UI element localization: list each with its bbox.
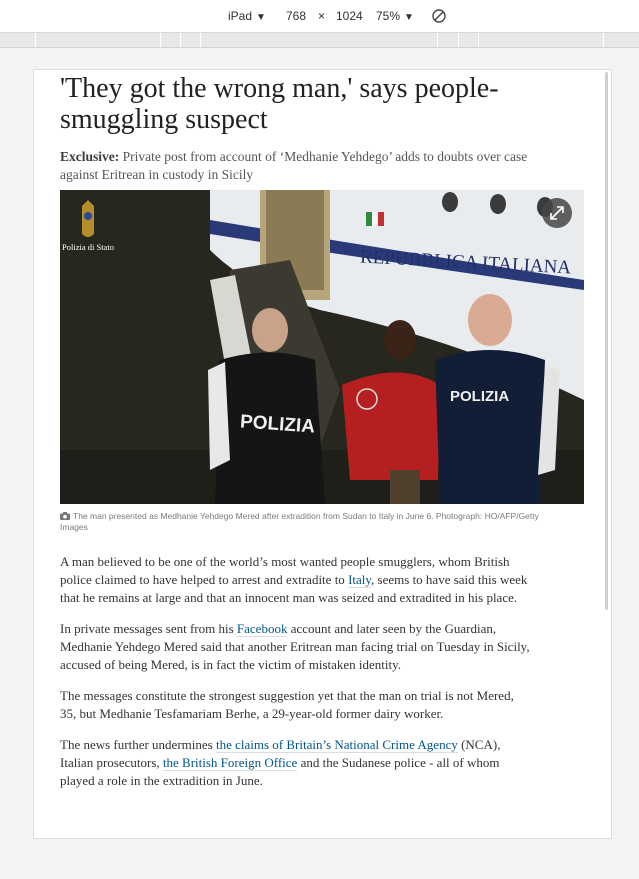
caption-text: The man presented as Medhanie Yehdego Me… [60, 511, 539, 532]
ruler-tick [35, 33, 36, 47]
article-photo[interactable]: REPUBBLICA ITALIANA POLIZIA POLIZIA Poli… [60, 190, 584, 504]
device-select-label: iPad [228, 9, 253, 23]
photo-watermark: Polizia di Stato [62, 242, 114, 252]
link-foreign-office[interactable]: the British Foreign Office [162, 755, 298, 771]
ruler-tick [160, 33, 161, 47]
paragraph: In private messages sent from his Facebo… [60, 620, 530, 674]
scrollbar[interactable] [605, 72, 608, 610]
ruler-tick [458, 33, 459, 47]
paragraph-text: The messages constitute the strongest su… [60, 688, 514, 721]
device-toolbar: iPad ▼ 768 × 1024 75% ▼ [0, 0, 639, 33]
rotate-icon[interactable] [431, 8, 447, 24]
device-select[interactable]: iPad ▼ [228, 9, 266, 25]
width-field[interactable]: 768 [286, 9, 306, 23]
photo-scene [60, 190, 584, 504]
zoom-select-label: 75% [376, 9, 401, 23]
standfirst: Exclusive: Private post from account of … [60, 148, 560, 184]
photo-caption: The man presented as Medhanie Yehdego Me… [60, 511, 560, 533]
article-headline: 'They got the wrong man,' says people-sm… [60, 73, 499, 135]
camera-icon [60, 512, 70, 520]
dimension-separator: × [318, 9, 326, 23]
paragraph: A man believed to be one of the world’s … [60, 553, 530, 607]
paragraph: The news further undermines the claims o… [60, 736, 530, 790]
link-nca-claims[interactable]: the claims of Britain’s National Crime A… [215, 737, 458, 753]
vest-lettering-right: POLIZIA [450, 388, 510, 405]
standfirst-label: Exclusive: [60, 149, 120, 164]
link-facebook[interactable]: Facebook [236, 621, 288, 637]
link-italy[interactable]: Italy [348, 572, 372, 588]
ruler-tick [200, 33, 201, 47]
ruler-tick [180, 33, 181, 47]
standfirst-text: Private post from account of ‘Medhanie Y… [60, 149, 528, 182]
ruler-tick [603, 33, 604, 47]
chevron-down-icon: ▼ [404, 12, 414, 23]
ruler-tick [478, 33, 479, 47]
article-body: A man believed to be one of the world’s … [60, 553, 530, 803]
ruler-tick [437, 33, 438, 47]
zoom-select[interactable]: 75% ▼ [376, 9, 414, 25]
expand-image-button[interactable] [542, 198, 572, 228]
media-query-ruler[interactable] [0, 33, 639, 48]
page-viewport: 'They got the wrong man,' says people-sm… [33, 69, 612, 839]
height-field[interactable]: 1024 [336, 9, 363, 23]
paragraph-text: The news further undermines [60, 737, 216, 752]
chevron-down-icon: ▼ [256, 12, 266, 23]
expand-icon [550, 206, 564, 220]
paragraph: The messages constitute the strongest su… [60, 687, 530, 723]
police-crest-icon [82, 200, 94, 237]
paragraph-text: In private messages sent from his [60, 621, 237, 636]
